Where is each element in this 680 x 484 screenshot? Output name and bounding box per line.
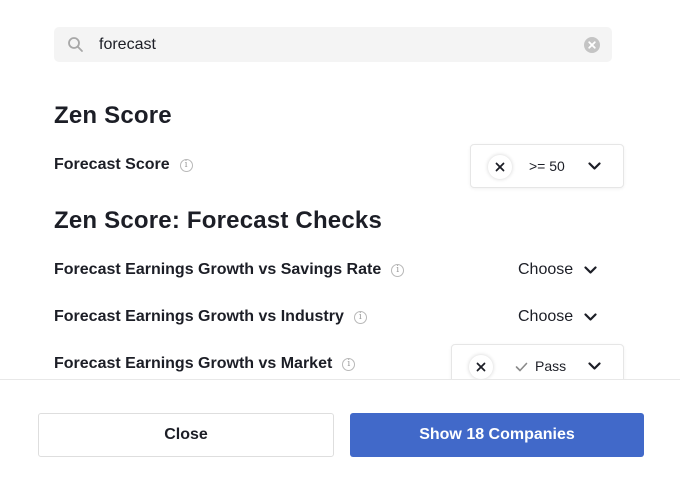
clear-search-button[interactable] (584, 37, 600, 53)
filter-row-savings-rate: Forecast Earnings Growth vs Savings Rate… (54, 261, 405, 279)
industry-dropdown[interactable]: Choose (518, 308, 597, 326)
search-input[interactable] (99, 27, 569, 62)
filter-label: Forecast Earnings Growth vs Market (54, 355, 333, 372)
info-icon[interactable]: i (179, 158, 193, 172)
search-bar (54, 27, 612, 62)
savings-rate-dropdown[interactable]: Choose (518, 261, 597, 279)
close-icon (495, 162, 505, 172)
filter-value: >= 50 (529, 158, 565, 174)
remove-filter-button[interactable] (488, 155, 512, 179)
filter-scroll-area[interactable]: Zen Score Forecast Score i >= 50 Zen Sco… (0, 0, 680, 379)
section-title-forecast-checks: Zen Score: Forecast Checks (54, 207, 382, 234)
show-companies-button[interactable]: Show 18 Companies (350, 413, 644, 457)
chevron-down-icon (584, 265, 597, 274)
search-icon (68, 37, 83, 52)
remove-filter-button[interactable] (469, 355, 493, 379)
forecast-score-filter[interactable]: >= 50 (470, 144, 624, 188)
close-icon (476, 362, 486, 372)
info-icon[interactable]: i (342, 357, 356, 371)
filter-value: Pass (535, 358, 567, 374)
close-button[interactable]: Close (38, 413, 334, 457)
section-title-zen-score: Zen Score (54, 102, 172, 129)
info-icon[interactable]: i (353, 310, 367, 324)
filter-label: Forecast Score (54, 156, 170, 173)
clear-icon (588, 41, 596, 49)
filter-row-forecast-score: Forecast Score i (54, 156, 193, 174)
chevron-down-icon[interactable] (588, 162, 601, 171)
filter-label: Forecast Earnings Growth vs Industry (54, 308, 344, 325)
footer-divider (0, 379, 680, 380)
market-filter[interactable]: Pass (451, 344, 624, 379)
info-icon[interactable]: i (391, 263, 405, 277)
filter-row-industry: Forecast Earnings Growth vs Industry i (54, 308, 367, 326)
dropdown-value: Choose (518, 261, 574, 278)
filter-panel: Zen Score Forecast Score i >= 50 Zen Sco… (0, 0, 680, 484)
filter-label: Forecast Earnings Growth vs Savings Rate (54, 261, 382, 278)
dropdown-value: Choose (518, 308, 574, 325)
check-icon (515, 362, 528, 372)
chevron-down-icon (584, 312, 597, 321)
chevron-down-icon[interactable] (588, 362, 601, 371)
filter-row-market: Forecast Earnings Growth vs Market i (54, 355, 356, 373)
